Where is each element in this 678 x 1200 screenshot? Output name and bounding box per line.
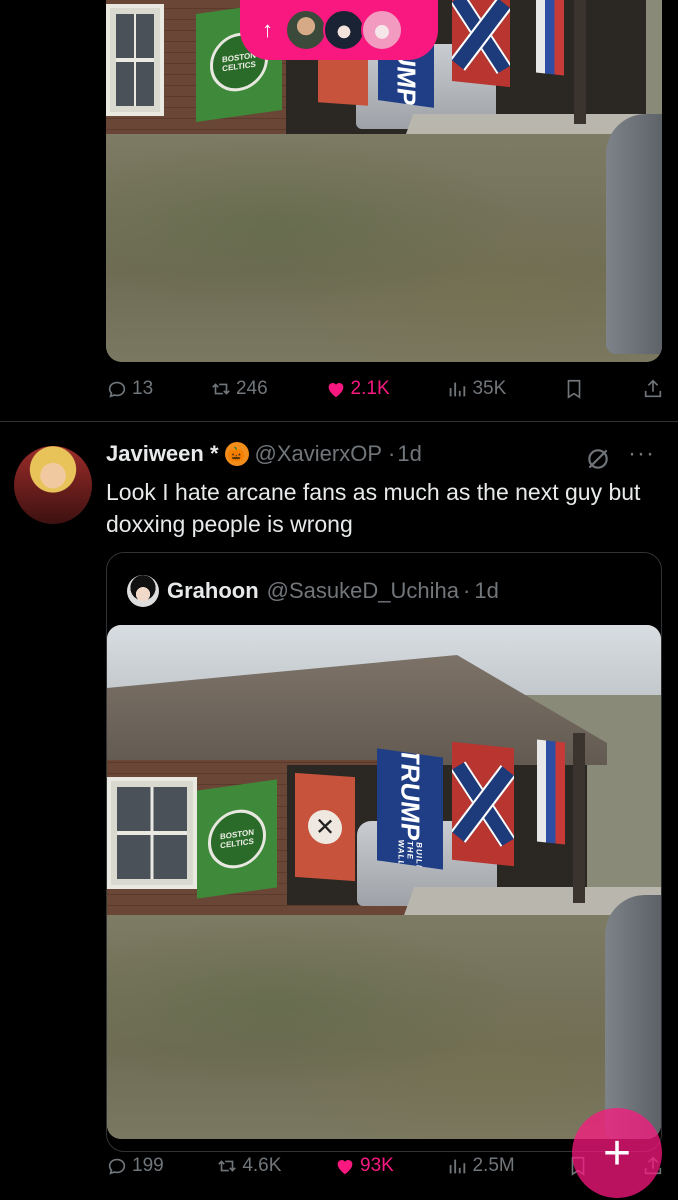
tricolor-flag (537, 739, 565, 845)
more-icon[interactable]: ··· (628, 440, 655, 468)
reply-count: 199 (132, 1155, 164, 1176)
pumpkin-icon: 🎃 (224, 442, 249, 466)
views-button[interactable]: 35K (446, 378, 506, 400)
like-icon (337, 1160, 353, 1175)
new-post-avatar (285, 9, 327, 51)
compose-button[interactable]: + (572, 1108, 662, 1198)
green-flag: BOSTON CELTICS (197, 779, 277, 899)
bookmark-icon (567, 379, 581, 399)
bookmark-button[interactable] (563, 378, 585, 400)
grok-icon[interactable] (585, 446, 611, 472)
like-count: 2.1K (350, 378, 390, 399)
new-post-avatar (361, 9, 403, 51)
views-button[interactable]: 2.5M (446, 1155, 515, 1177)
post-divider (0, 421, 678, 422)
tweet-text: Look I hate arcane fans as much as the n… (106, 479, 641, 537)
porch-post (574, 0, 586, 124)
quoted-tweet[interactable]: Grahoon @SasukeD_Uchiha · 1d BOSTON CELT… (106, 552, 662, 1152)
quote-photo[interactable]: BOSTON CELTICS ✕ TRUMP BUILD THE WALL (107, 625, 661, 1139)
house-window (106, 4, 164, 116)
mailbox (605, 895, 661, 1139)
author-name[interactable]: Javiween * (106, 441, 219, 467)
top-post-actions: 13 246 2.1K 35K (106, 378, 664, 400)
tweet-header: Javiween * 🎃 @XavierxOP · 1d (106, 441, 422, 467)
repost-button[interactable]: 4.6K (216, 1155, 281, 1177)
quote-time: 1d (474, 578, 499, 603)
separator: · (388, 441, 396, 466)
red-flag: ✕ (295, 772, 355, 882)
views-icon (450, 382, 466, 397)
new-posts-pill[interactable]: ↑ (240, 0, 438, 60)
views-count: 35K (472, 378, 507, 399)
reply-button[interactable]: 199 (106, 1155, 164, 1177)
tricolor-flag (536, 0, 564, 76)
lawn (107, 915, 661, 1139)
like-button[interactable]: 93K (334, 1155, 394, 1177)
mailbox (606, 114, 662, 354)
tweet-time[interactable]: 1d (397, 441, 421, 467)
repost-icon (218, 1160, 237, 1172)
repost-button[interactable]: 246 (210, 378, 268, 400)
author-handle[interactable]: @XavierxOP (255, 441, 382, 467)
quote-author-handle: @SasukeD_Uchiha (266, 578, 459, 603)
reply-icon (108, 381, 126, 398)
repost-count: 4.6K (242, 1155, 282, 1176)
arrow-up-icon: ↑ (262, 17, 273, 42)
quote-avatar (127, 575, 159, 607)
flag-emblem: ✕ (308, 808, 342, 846)
battle-flag (452, 741, 514, 867)
battle-flag (452, 0, 510, 88)
house-window (107, 777, 197, 889)
reply-button[interactable]: 13 (106, 378, 153, 400)
porch-post (573, 733, 585, 903)
repost-count: 246 (235, 378, 268, 399)
flag-text: TRUMP (395, 748, 426, 843)
share-button[interactable] (642, 378, 664, 400)
quote-author-name: Grahoon (167, 578, 259, 603)
plus-icon: + (602, 1126, 632, 1180)
reply-icon (108, 1158, 126, 1175)
author-avatar[interactable] (14, 446, 92, 524)
reply-count: 13 (132, 378, 154, 399)
separator: · (463, 578, 471, 603)
like-icon (328, 383, 343, 398)
like-count: 93K (360, 1155, 394, 1176)
flag-seal: BOSTON CELTICS (208, 805, 266, 873)
like-button[interactable]: 2.1K (325, 378, 390, 400)
lawn (106, 134, 662, 362)
blue-flag: TRUMP BUILD THE WALL (377, 748, 443, 870)
share-icon (644, 379, 662, 398)
views-count: 2.5M (472, 1155, 515, 1176)
new-post-avatar (323, 9, 365, 51)
views-icon (450, 1159, 466, 1174)
repost-icon (212, 383, 230, 395)
quote-header: Grahoon @SasukeD_Uchiha · 1d (127, 575, 499, 607)
